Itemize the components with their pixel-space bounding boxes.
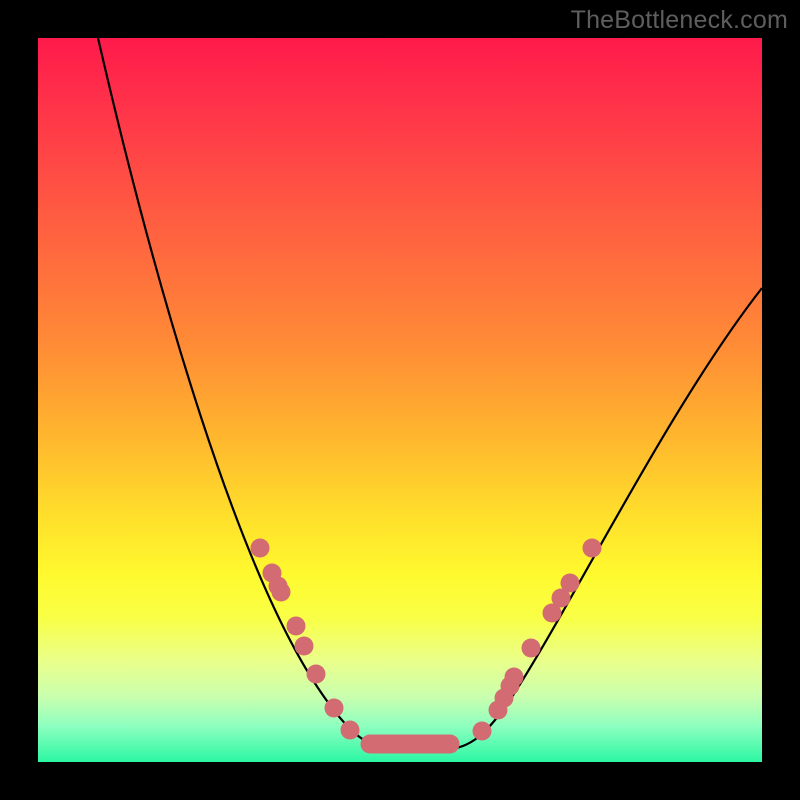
data-dot (325, 699, 344, 718)
chart-frame: TheBottleneck.com (0, 0, 800, 800)
data-dot (307, 665, 326, 684)
bottleneck-curve (98, 38, 762, 750)
watermark-text: TheBottleneck.com (571, 6, 788, 35)
data-dots (251, 539, 602, 741)
data-dot (473, 722, 492, 741)
data-dot (272, 583, 291, 602)
data-dot (251, 539, 270, 558)
plot-area (38, 38, 762, 762)
data-dot (341, 721, 360, 740)
data-dot (561, 574, 580, 593)
data-dot (295, 637, 314, 656)
data-dot (583, 539, 602, 558)
data-dot (505, 668, 524, 687)
curve-svg (38, 38, 762, 762)
data-dot (522, 639, 541, 658)
data-dot (287, 617, 306, 636)
